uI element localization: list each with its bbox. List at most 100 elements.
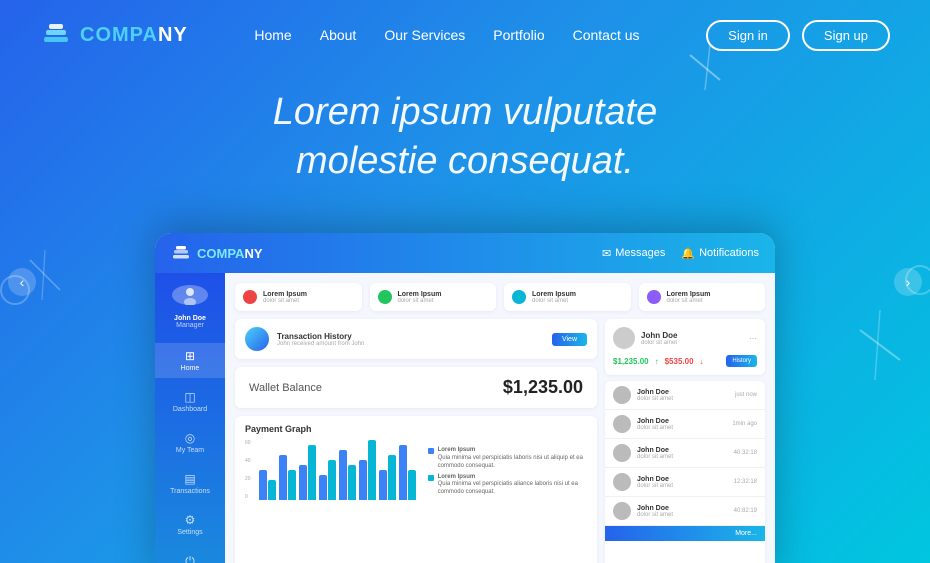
list-time-0: just now bbox=[735, 392, 757, 398]
messages-label: Messages bbox=[615, 247, 665, 259]
view-button[interactable]: View bbox=[552, 333, 587, 346]
hero-section: COMPANY Home About Our Services Portfoli… bbox=[0, 0, 930, 563]
graph-bars bbox=[259, 440, 416, 500]
nav-links: Home About Our Services Portfolio Contac… bbox=[254, 27, 639, 43]
stat-dot-green bbox=[378, 290, 392, 304]
nav-contact[interactable]: Contact us bbox=[573, 27, 640, 43]
stat-dot-cyan bbox=[512, 290, 526, 304]
legend-dot-cyan bbox=[428, 475, 434, 481]
dash-header: COMPANY ✉ Messages 🔔 Notifications bbox=[155, 233, 775, 273]
wallet-card: Wallet Balance $1,235.00 bbox=[235, 367, 597, 408]
transaction-info: Transaction History John received amount… bbox=[277, 332, 544, 347]
transaction-avatar bbox=[245, 327, 269, 351]
logo: COMPANY bbox=[40, 19, 188, 51]
down-arrow-icon: ↓ bbox=[700, 357, 704, 366]
balance-red: $535.00 bbox=[665, 357, 694, 366]
sidebar-avatar bbox=[172, 285, 208, 305]
messages-nav[interactable]: ✉ Messages bbox=[602, 247, 665, 260]
nav-services[interactable]: Our Services bbox=[384, 27, 465, 43]
wallet-label: Wallet Balance bbox=[249, 382, 322, 394]
list-item: John Doe dolor sit amet 40:32:18 bbox=[605, 439, 765, 468]
sidebar-myteam[interactable]: ◎ My Team bbox=[155, 425, 225, 460]
stat-info-3: Lorem Ipsum dolor sit amet bbox=[667, 291, 711, 304]
logo-text: COMPANY bbox=[80, 24, 188, 47]
dash-sidebar: John Doe Manager ⊞ Home ◫ Dashboard ◎ My… bbox=[155, 273, 225, 563]
list-item: John Doe dolor sit amet just now bbox=[605, 381, 765, 410]
right-user-header: John Doe dolor sit amet ⋯ bbox=[613, 327, 757, 349]
logout-icon: ⏻ bbox=[185, 554, 195, 563]
stats-row: Lorem Ipsum dolor sit amet Lorem Ipsum d… bbox=[235, 283, 765, 311]
prev-arrow[interactable]: ‹ bbox=[8, 268, 36, 296]
list-time-3: 12:32:18 bbox=[734, 479, 757, 485]
stat-card-0: Lorem Ipsum dolor sit amet bbox=[235, 283, 362, 311]
nav-about[interactable]: About bbox=[320, 27, 357, 43]
legend-dot-blue bbox=[428, 448, 434, 454]
dash-body: John Doe Manager ⊞ Home ◫ Dashboard ◎ My… bbox=[155, 273, 775, 563]
right-avatar bbox=[613, 327, 635, 349]
logo-icon bbox=[40, 19, 72, 51]
dash-main: Lorem Ipsum dolor sit amet Lorem Ipsum d… bbox=[225, 273, 775, 563]
up-arrow-icon: ↑ bbox=[655, 357, 659, 366]
transaction-card: Transaction History John received amount… bbox=[235, 319, 597, 359]
dashboard-mockup: COMPANY ✉ Messages 🔔 Notifications bbox=[155, 233, 775, 563]
navbar: COMPANY Home About Our Services Portfoli… bbox=[0, 0, 930, 70]
list-avatar-3 bbox=[613, 473, 631, 491]
nav-home[interactable]: Home bbox=[254, 27, 291, 43]
right-user-info: John Doe dolor sit amet bbox=[641, 331, 677, 346]
user-list: John Doe dolor sit amet just now John Do… bbox=[605, 381, 765, 563]
dashboard-icon: ◫ bbox=[184, 390, 195, 404]
next-arrow[interactable]: › bbox=[894, 268, 922, 296]
stat-info-2: Lorem Ipsum dolor sit amet bbox=[532, 291, 576, 304]
middle-row: Transaction History John received amount… bbox=[235, 319, 765, 563]
list-item: John Doe dolor sit amet 40:82:19 bbox=[605, 497, 765, 526]
sidebar-username: John Doe Manager bbox=[174, 315, 206, 329]
bell-icon: 🔔 bbox=[681, 247, 695, 260]
notifications-label: Notifications bbox=[699, 247, 759, 259]
signup-button[interactable]: Sign up bbox=[802, 20, 890, 51]
dash-nav-right: ✉ Messages 🔔 Notifications bbox=[602, 247, 759, 260]
right-balances: $1,235.00 ↑ $535.00 ↓ History bbox=[613, 355, 757, 367]
stat-info-0: Lorem Ipsum dolor sit amet bbox=[263, 291, 307, 304]
signin-button[interactable]: Sign in bbox=[706, 20, 790, 51]
list-info-2: John Doe dolor sit amet bbox=[637, 447, 728, 460]
options-icon[interactable]: ⋯ bbox=[749, 334, 757, 343]
sidebar-dashboard[interactable]: ◫ Dashboard bbox=[155, 384, 225, 419]
settings-icon: ⚙ bbox=[185, 513, 196, 527]
history-button[interactable]: History bbox=[726, 355, 757, 367]
list-time-4: 40:82:19 bbox=[734, 508, 757, 514]
list-info-3: John Doe dolor sit amet bbox=[637, 476, 728, 489]
list-info-0: John Doe dolor sit amet bbox=[637, 389, 729, 402]
list-avatar-4 bbox=[613, 502, 631, 520]
list-info-4: John Doe dolor sit amet bbox=[637, 505, 728, 518]
sidebar-home[interactable]: ⊞ Home bbox=[155, 343, 225, 378]
graph-card: Payment Graph 60 40 20 0 bbox=[235, 416, 597, 563]
stat-dot-red bbox=[243, 290, 257, 304]
right-top-card: John Doe dolor sit amet ⋯ $1,235.00 ↑ $5… bbox=[605, 319, 765, 375]
home-icon: ⊞ bbox=[185, 349, 195, 363]
sidebar-logout[interactable]: ⏻ Logout bbox=[155, 548, 225, 563]
graph-title: Payment Graph bbox=[245, 424, 587, 434]
left-panel: Transaction History John received amount… bbox=[235, 319, 597, 563]
list-item: John Doe dolor sit amet 1min ago bbox=[605, 410, 765, 439]
list-info-1: John Doe dolor sit amet bbox=[637, 418, 726, 431]
hero-text: Lorem ipsum vulputate molestie consequat… bbox=[0, 88, 930, 187]
list-time-1: 1min ago bbox=[732, 421, 757, 427]
list-time-2: 40:32:18 bbox=[734, 450, 757, 456]
dash-logo-icon bbox=[171, 243, 191, 263]
team-icon: ◎ bbox=[185, 431, 195, 445]
balance-green: $1,235.00 bbox=[613, 357, 649, 366]
notifications-nav[interactable]: 🔔 Notifications bbox=[681, 247, 759, 260]
more-button[interactable]: More... bbox=[605, 526, 765, 541]
graph-legend: Lorem Ipsum Quia minima vel perspiciatis… bbox=[428, 447, 587, 500]
list-avatar-2 bbox=[613, 444, 631, 462]
sidebar-transactions[interactable]: ▤ Transactions bbox=[155, 466, 225, 501]
right-panel: John Doe dolor sit amet ⋯ $1,235.00 ↑ $5… bbox=[605, 319, 765, 563]
hero-headline: Lorem ipsum vulputate molestie consequat… bbox=[0, 88, 930, 187]
sidebar-settings[interactable]: ⚙ Settings bbox=[155, 507, 225, 542]
nav-portfolio[interactable]: Portfolio bbox=[493, 27, 544, 43]
stat-dot-purple bbox=[647, 290, 661, 304]
transactions-icon: ▤ bbox=[184, 472, 195, 486]
stat-info-1: Lorem Ipsum dolor sit amet bbox=[398, 291, 442, 304]
messages-icon: ✉ bbox=[602, 247, 611, 260]
stat-card-2: Lorem Ipsum dolor sit amet bbox=[504, 283, 631, 311]
